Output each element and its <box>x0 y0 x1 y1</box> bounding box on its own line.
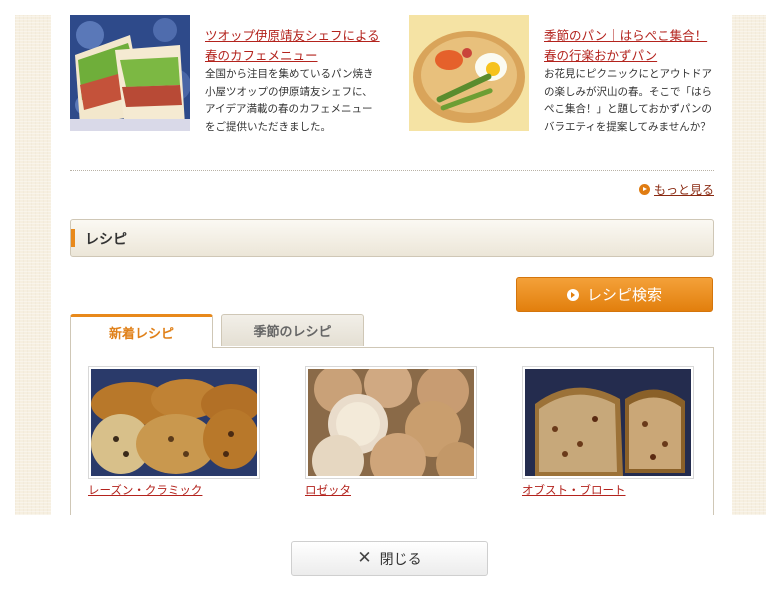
tab-seasonal-recipes[interactable]: 季節のレシピ <box>221 314 364 346</box>
recipe-section-header: レシピ <box>70 219 714 257</box>
close-icon: ✕ <box>357 548 372 568</box>
news-title[interactable]: ツオップ伊原靖友シェフによる春のカフェメニュー <box>205 26 380 66</box>
news-item[interactable]: ツオップ伊原靖友シェフによる春のカフェメニュー 全国から注目を集めているパン焼き… <box>70 15 380 165</box>
raisin-bread-photo[interactable] <box>88 366 260 479</box>
content-panel: ツオップ伊原靖友シェフによる春のカフェメニュー 全国から注目を集めているパン焼き… <box>51 15 732 515</box>
section-title: レシピ <box>85 232 127 248</box>
close-button[interactable]: ✕ 閉じる <box>291 541 488 576</box>
rosetta-bread-photo[interactable] <box>305 366 477 479</box>
arrow-circle-icon <box>638 184 650 195</box>
divider <box>70 170 714 171</box>
sandwich-photo[interactable] <box>70 15 190 131</box>
recipe-name[interactable]: レーズン・クラミック <box>88 482 263 498</box>
arrow-circle-icon <box>566 288 579 301</box>
close-button-label: 閉じる <box>379 551 422 568</box>
tab-new-recipes[interactable]: 新着レシピ <box>70 314 213 348</box>
news-item[interactable]: 季節のパン｜はらぺこ集合！春の行楽おかずパン お花見にピクニックにとアウトドアの… <box>409 15 719 165</box>
recipe-search-button[interactable]: レシピ検索 <box>516 277 713 312</box>
news-description: お花見にピクニックにとアウトドアの楽しみが沢山の春。そこで「はらぺこ集合！」と題… <box>544 68 712 133</box>
recipe-name[interactable]: ロゼッタ <box>305 482 480 498</box>
recipe-name[interactable]: オブスト・ブロート <box>522 482 697 498</box>
accent-bar <box>71 229 75 247</box>
fruit-bread-photo[interactable] <box>522 366 694 479</box>
more-link[interactable]: もっと見る <box>638 181 714 198</box>
recipe-search-label: レシピ検索 <box>586 286 662 304</box>
vegetable-bread-photo[interactable] <box>409 15 529 131</box>
news-description: 全国から注目を集めているパン焼き小屋ツオップの伊原靖友シェフに、アイデア満載の春… <box>205 68 374 133</box>
recipe-card[interactable]: ロゼッタ <box>305 366 480 498</box>
news-title[interactable]: 季節のパン｜はらぺこ集合！春の行楽おかずパン <box>544 26 719 66</box>
recipe-card[interactable]: オブスト・ブロート <box>522 366 697 498</box>
more-link-label: もっと見る <box>653 183 714 197</box>
recipe-card[interactable]: レーズン・クラミック <box>88 366 263 498</box>
